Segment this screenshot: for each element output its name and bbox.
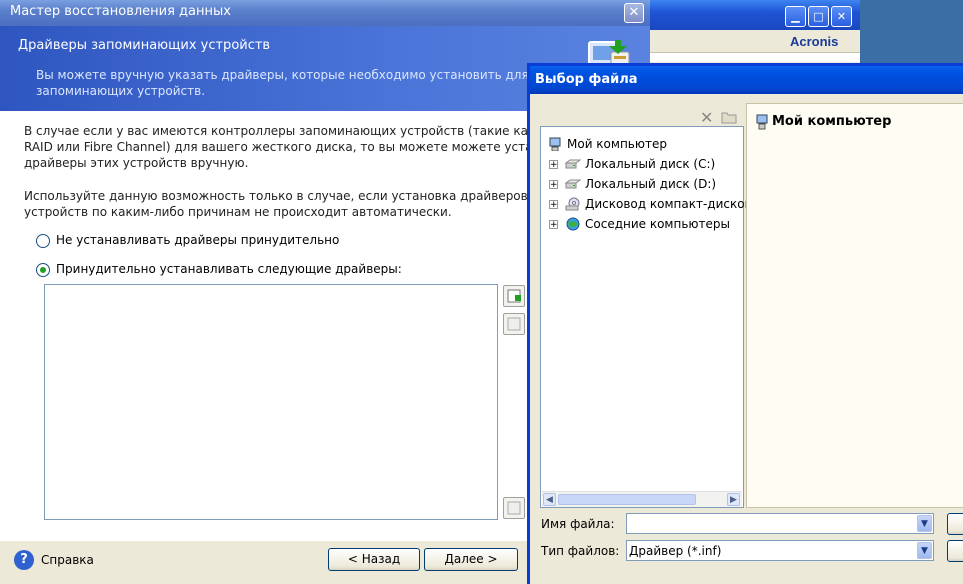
radio-selected-dot xyxy=(40,267,46,273)
wizard-title: Мастер восстановления данных xyxy=(10,4,231,19)
help-icon[interactable]: ? xyxy=(14,550,34,570)
wizard-close-button[interactable]: ✕ xyxy=(624,3,644,23)
open-button[interactable] xyxy=(947,513,963,535)
background-window-strip xyxy=(640,52,860,62)
tree-item-label: Соседние компьютеры xyxy=(585,217,730,231)
filetype-value: Драйвер (*.inf) xyxy=(629,544,722,558)
no-force-drivers-radio[interactable] xyxy=(36,234,50,248)
network-icon xyxy=(566,217,580,231)
remove-file-icon xyxy=(507,317,521,331)
new-folder-icon[interactable] xyxy=(721,110,737,124)
filename-combobox[interactable]: ▼ xyxy=(626,513,934,534)
filetype-dropdown-arrow[interactable]: ▼ xyxy=(917,542,932,559)
drive-icon xyxy=(565,159,581,169)
controllers-paragraph: В случае если у вас имеются контроллеры … xyxy=(24,124,577,170)
filename-dropdown-arrow[interactable]: ▼ xyxy=(917,515,932,532)
cancel-button[interactable] xyxy=(947,540,963,562)
file-dialog-titlebar: Выбор файла xyxy=(530,66,963,94)
tree-item-label: Дисковод компакт-дисков xyxy=(585,197,752,211)
expand-icon[interactable]: + xyxy=(549,220,558,230)
next-button[interactable]: Далее > xyxy=(424,548,518,571)
drive-icon xyxy=(565,179,581,189)
no-force-drivers-label[interactable]: Не устанавливать драйверы принудительно xyxy=(56,233,339,247)
file-selection-dialog: Выбор файла ✕ Мой компьютер + Локальный ди… xyxy=(527,63,963,584)
tree-item-label: Локальный диск (C:) xyxy=(585,157,716,171)
usage-paragraph: Используйте данную возможность только в … xyxy=(24,189,528,219)
minimize-button[interactable]: ▁ xyxy=(785,6,806,27)
computer-icon xyxy=(756,114,768,130)
wizard-titlebar: Мастер восстановления данных ✕ xyxy=(0,0,650,26)
tree-item-label: Мой компьютер xyxy=(567,137,667,151)
file-dialog-title: Выбор файла xyxy=(535,72,638,87)
folder-tree[interactable]: Мой компьютер + Локальный диск (C:) + Локаль… xyxy=(540,126,752,508)
cd-drive-icon xyxy=(565,197,580,211)
scroll-right-button[interactable]: ▶ xyxy=(727,493,740,506)
force-drivers-radio[interactable] xyxy=(36,263,50,277)
file-list-panel[interactable]: Мой компьютер xyxy=(746,103,963,508)
remove-driver-button[interactable] xyxy=(503,313,525,335)
wizard-header-subtitle: Вы можете вручную указать драйверы, кото… xyxy=(36,68,529,98)
back-button[interactable]: < Назад xyxy=(328,548,420,571)
filename-label: Имя файла: xyxy=(541,517,615,531)
properties-icon xyxy=(507,501,521,515)
expand-icon[interactable]: + xyxy=(549,180,558,190)
filetype-combobox[interactable]: Драйвер (*.inf) ▼ xyxy=(626,540,934,561)
maximize-button[interactable]: □ xyxy=(808,6,829,27)
scroll-left-button[interactable]: ◀ xyxy=(543,493,556,506)
force-drivers-label[interactable]: Принудительно устанавливать следующие др… xyxy=(56,262,402,276)
tree-item-label: Локальный диск (D:) xyxy=(585,177,717,191)
computer-icon xyxy=(549,137,561,151)
filetype-label: Тип файлов: xyxy=(541,544,620,558)
close-button[interactable]: ✕ xyxy=(831,6,852,27)
scroll-thumb[interactable] xyxy=(558,494,696,505)
add-file-icon xyxy=(507,289,521,303)
acronis-logo: Acronis xyxy=(790,34,839,49)
drivers-listbox[interactable] xyxy=(44,284,498,520)
driver-properties-button[interactable] xyxy=(503,497,525,519)
wizard-header-title: Драйверы запоминающих устройств xyxy=(18,38,271,53)
delete-icon[interactable]: ✕ xyxy=(700,108,713,127)
expand-icon[interactable]: + xyxy=(549,200,558,210)
help-link[interactable]: Справка xyxy=(41,553,94,567)
add-driver-button[interactable] xyxy=(503,285,525,307)
tree-horizontal-scrollbar[interactable]: ◀ ▶ xyxy=(542,491,742,507)
expand-icon[interactable]: + xyxy=(549,160,558,170)
file-list-title: Мой компьютер xyxy=(772,114,892,129)
